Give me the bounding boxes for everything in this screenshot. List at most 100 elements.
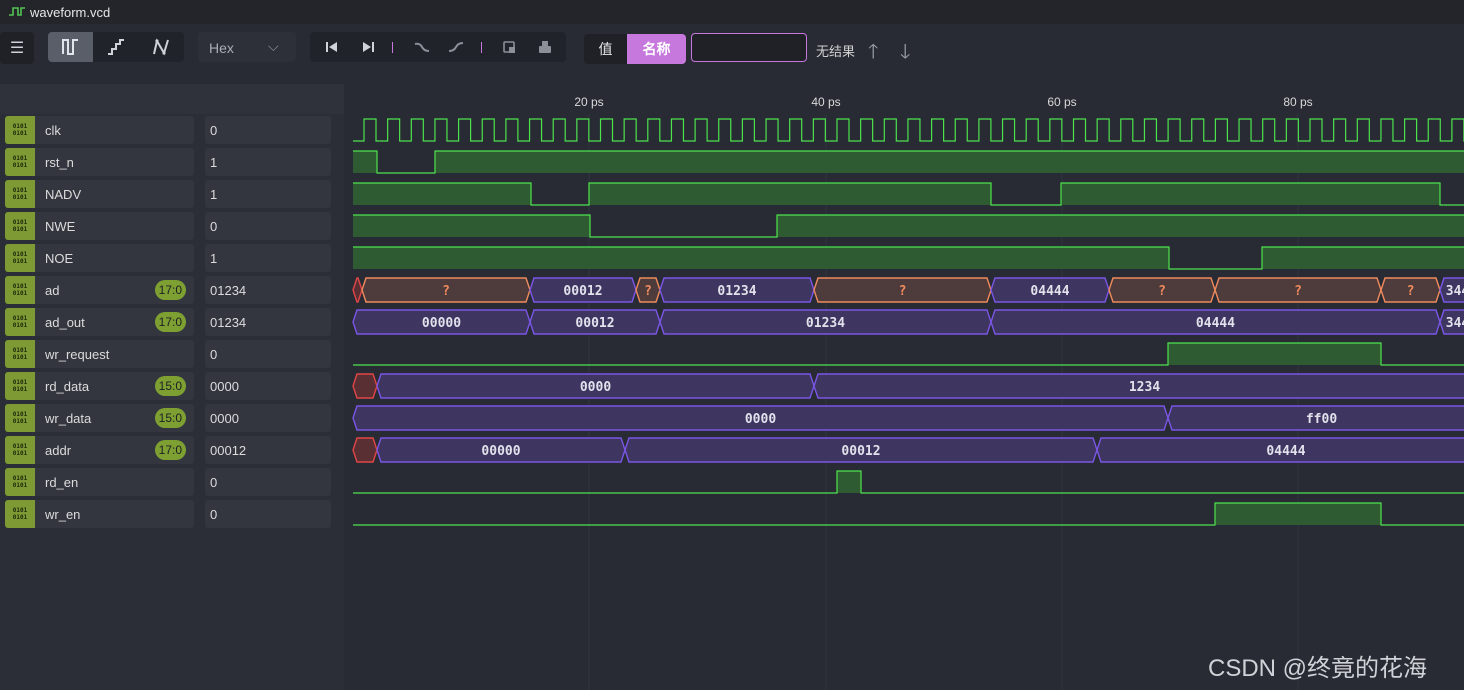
signal-value: 01234 <box>210 283 247 298</box>
signal-value: 0000 <box>210 411 239 426</box>
binary-signal-icon: 0101 0101 <box>5 436 35 464</box>
signal-row[interactable]: 0101 0101 NWE 0 <box>0 212 331 240</box>
signal-row[interactable]: 0101 0101 wr_data 15:0 0000 <box>0 404 331 432</box>
signal-name: NADV <box>45 187 82 202</box>
signal-name-cell[interactable]: NADV <box>35 180 194 208</box>
addr-value-label: 00000 <box>481 444 520 459</box>
snapshot-icon <box>503 40 515 53</box>
signal-name-cell[interactable]: rd_en <box>35 468 194 496</box>
signal-name-cell[interactable]: rd_data 15:0 <box>35 372 194 400</box>
ad-value-label: ? <box>644 284 652 299</box>
signal-panel-header <box>0 84 344 114</box>
signal-name-cell[interactable]: rst_n <box>35 148 194 176</box>
prev-result-button[interactable]: 🡑 <box>868 37 878 71</box>
signal-name-cell[interactable]: ad 17:0 <box>35 276 194 304</box>
signal-row[interactable]: 0101 0101 NOE 1 <box>0 244 331 272</box>
signal-name: NWE <box>45 219 76 234</box>
rd_en-trace <box>353 470 1464 494</box>
format-select[interactable]: Hex ⌵ <box>198 32 296 62</box>
snapshot-button[interactable] <box>500 38 520 56</box>
print-button[interactable] <box>535 38 555 56</box>
jump-end-icon <box>363 42 374 52</box>
digital-mode-button[interactable] <box>48 32 93 62</box>
signal-name-cell[interactable]: wr_request <box>35 340 194 368</box>
ad_out-value-label: 01234 <box>806 316 845 331</box>
chevron-down-icon: ⌵ <box>268 38 279 54</box>
signal-value-cell: 0 <box>205 116 331 144</box>
noe-high-segment <box>353 247 1169 269</box>
time-tick-label: 20 ps <box>574 95 603 109</box>
search-input[interactable] <box>691 33 807 62</box>
search-mode-toggle: 值 名称 <box>584 34 686 64</box>
analog-mode-button[interactable] <box>138 32 183 62</box>
ad_out-value-label: 00012 <box>575 316 614 331</box>
jump-end-button[interactable] <box>358 38 378 56</box>
step-mode-button[interactable] <box>93 32 138 62</box>
signal-name-cell[interactable]: addr 17:0 <box>35 436 194 464</box>
signal-row[interactable]: 0101 0101 ad 17:0 01234 <box>0 276 331 304</box>
signal-name: rst_n <box>45 155 74 170</box>
signal-row[interactable]: 0101 0101 rd_en 0 <box>0 468 331 496</box>
signal-value-cell: 01234 <box>205 308 331 336</box>
wr_en-high-segment <box>1215 503 1381 525</box>
signal-row[interactable]: 0101 0101 ad_out 17:0 01234 <box>0 308 331 336</box>
signal-value: 01234 <box>210 315 247 330</box>
signal-row[interactable]: 0101 0101 rst_n 1 <box>0 148 331 176</box>
signal-row[interactable]: 0101 0101 rd_data 15:0 0000 <box>0 372 331 400</box>
ad-value-label: 01234 <box>717 284 756 299</box>
time-tick-label: 40 ps <box>811 95 840 109</box>
signal-name-cell[interactable]: clk <box>35 116 194 144</box>
signal-name-cell[interactable]: NWE <box>35 212 194 240</box>
next-edge-button[interactable] <box>446 38 466 56</box>
ad_out-value-label: 344 <box>1446 316 1464 331</box>
addr-value-label: 00012 <box>841 444 880 459</box>
rst_n-high-segment <box>353 151 377 173</box>
signal-row[interactable]: 0101 0101 wr_request 0 <box>0 340 331 368</box>
signal-row[interactable]: 0101 0101 wr_en 0 <box>0 500 331 528</box>
signal-value-cell: 1 <box>205 180 331 208</box>
wr_data-value-label: 0000 <box>745 412 776 427</box>
rd_data-value-label: 0000 <box>580 380 611 395</box>
signal-name: rd_en <box>45 475 79 490</box>
ad-value-label: ? <box>1158 284 1166 299</box>
signal-name-cell[interactable]: NOE <box>35 244 194 272</box>
signal-value: 1 <box>210 155 218 170</box>
next-result-button[interactable]: 🡓 <box>900 37 910 71</box>
signal-value-cell: 1 <box>205 244 331 272</box>
waveform-area[interactable]: 20 ps 40 ps 60 ps 80 ps? 00012? 01234? 04444??… <box>344 84 1464 690</box>
search-by-value-button[interactable]: 值 <box>584 34 627 64</box>
format-select-value: Hex <box>209 40 234 56</box>
toolbar-divider <box>392 42 393 53</box>
binary-signal-icon: 0101 0101 <box>5 116 35 144</box>
waveform-canvas[interactable]: 20 ps 40 ps 60 ps 80 ps? 00012? 01234? 04444??… <box>344 84 1464 690</box>
search-by-name-button[interactable]: 名称 <box>627 34 686 64</box>
jump-start-button[interactable] <box>322 38 342 56</box>
signal-name-cell[interactable]: ad_out 17:0 <box>35 308 194 336</box>
signal-row[interactable]: 0101 0101 NADV 1 <box>0 180 331 208</box>
menu-button[interactable]: ☰ <box>0 32 34 64</box>
signal-name: wr_request <box>45 347 110 362</box>
bit-range-badge: 15:0 <box>154 376 186 396</box>
signal-value: 1 <box>210 251 218 266</box>
bit-range-badge: 17:0 <box>154 280 186 300</box>
prev-edge-button[interactable] <box>412 38 432 56</box>
signal-name: rd_data <box>45 379 90 394</box>
binary-signal-icon: 0101 0101 <box>5 308 35 336</box>
signal-name-cell[interactable]: wr_en <box>35 500 194 528</box>
navigation-group <box>310 32 566 62</box>
print-icon <box>539 41 551 53</box>
noe-high-segment <box>1262 247 1464 269</box>
signal-row[interactable]: 0101 0101 addr 17:0 00012 <box>0 436 331 464</box>
signal-row[interactable]: 0101 0101 clk 0 <box>0 116 331 144</box>
window-title: waveform.vcd <box>30 5 111 20</box>
time-tick-label: 60 ps <box>1047 95 1076 109</box>
addr-value-label: 04444 <box>1266 444 1305 459</box>
jump-start-icon <box>326 42 337 52</box>
signal-name: addr <box>45 443 72 458</box>
ad-value-label: ? <box>1407 284 1415 299</box>
signal-value-cell: 0 <box>205 212 331 240</box>
signal-value-cell: 01234 <box>205 276 331 304</box>
bit-range-badge: 17:0 <box>154 312 186 332</box>
signal-value: 0 <box>210 507 218 522</box>
signal-name-cell[interactable]: wr_data 15:0 <box>35 404 194 432</box>
